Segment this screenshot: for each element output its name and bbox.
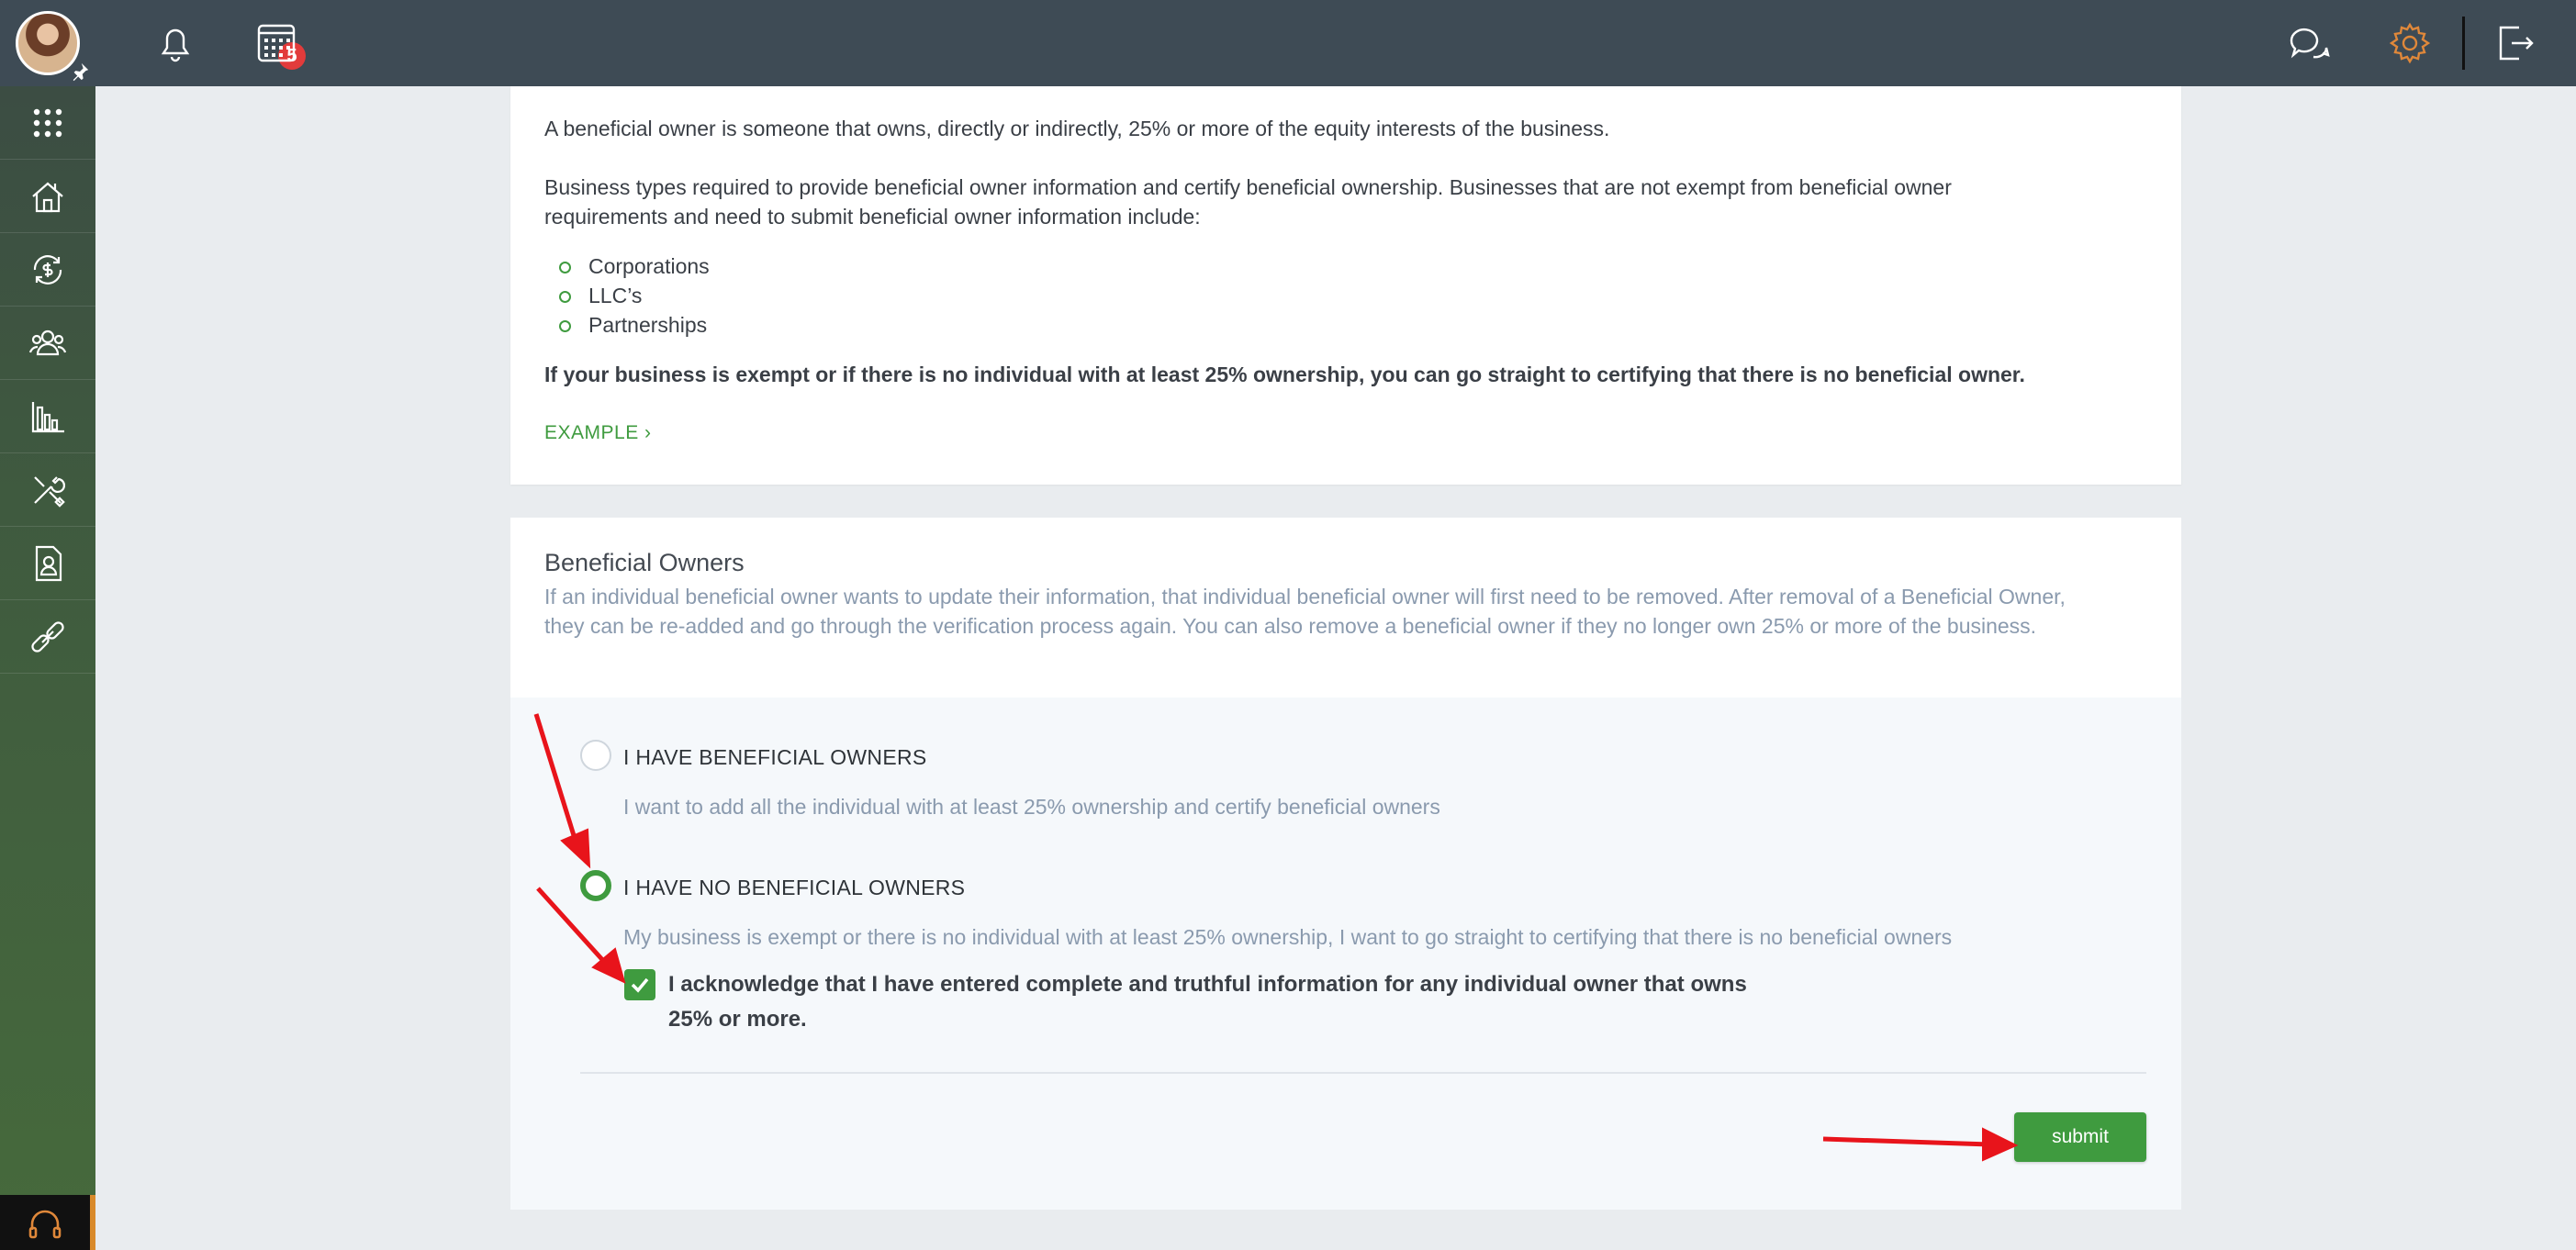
list-item: Partnerships [544, 310, 710, 340]
gear-icon[interactable] [2387, 20, 2433, 66]
bar-chart-icon [31, 401, 64, 432]
contact-document-icon [35, 545, 62, 581]
sidebar-item-payments[interactable] [0, 233, 95, 307]
form-divider [580, 1072, 2146, 1074]
list-item: LLC’s [544, 281, 710, 310]
headset-icon [28, 1210, 62, 1239]
profile-area [0, 0, 95, 86]
sidebar-item-tools[interactable] [0, 453, 95, 527]
bell-icon[interactable] [152, 20, 198, 66]
radio-no-owners[interactable] [580, 870, 611, 901]
beneficial-owner-info-card: A beneficial owner is someone that owns,… [510, 86, 2181, 485]
beneficial-owners-form: I HAVE BENEFICIAL OWNERS I want to add a… [510, 698, 2181, 1210]
calendar-icon[interactable] [253, 20, 299, 66]
acknowledge-checkbox[interactable] [624, 969, 655, 1000]
top-bar: 5 [95, 0, 2576, 86]
sidebar [0, 0, 95, 1250]
tools-icon [34, 475, 65, 508]
acknowledge-text-line1: I acknowledge that I have entered comple… [668, 972, 1747, 997]
money-cycle-icon [33, 254, 62, 285]
sidebar-item-reports[interactable] [0, 380, 95, 453]
sidebar-support[interactable] [0, 1195, 95, 1250]
section-title: Beneficial Owners [544, 549, 745, 576]
submit-button[interactable]: submit [2014, 1112, 2146, 1162]
section-description: If an individual beneficial owner wants … [544, 585, 2066, 638]
example-link[interactable]: EXAMPLE › [544, 422, 652, 444]
sidebar-item-links[interactable] [0, 600, 95, 674]
link-icon [31, 620, 64, 653]
topbar-divider [2462, 17, 2465, 70]
house-icon [32, 182, 63, 212]
intro-paragraph: A beneficial owner is someone that owns,… [544, 117, 1610, 140]
business-types-line2: requirements and need to submit benefici… [544, 205, 1201, 229]
option-label-have-owners[interactable]: I HAVE BENEFICIAL OWNERS [623, 745, 927, 770]
sidebar-item-people[interactable] [0, 307, 95, 380]
option-label-no-owners[interactable]: I HAVE NO BENEFICIAL OWNERS [623, 876, 965, 900]
option-desc-have-owners: I want to add all the individual with at… [623, 795, 1440, 819]
users-icon [28, 329, 67, 355]
business-types-list: Corporations LLC’s Partnerships [544, 251, 710, 340]
apps-grid-icon [33, 108, 62, 137]
business-types-line1: Business types required to provide benef… [544, 175, 1952, 199]
radio-have-owners[interactable] [580, 740, 611, 771]
logout-icon[interactable] [2492, 20, 2537, 66]
checkmark-icon [631, 977, 649, 993]
sidebar-item-documents[interactable] [0, 527, 95, 600]
exemption-note: If your business is exempt or if there i… [544, 363, 2025, 386]
sidebar-item-apps[interactable] [0, 86, 95, 160]
beneficial-owners-card: Beneficial Owners If an individual benef… [510, 518, 2181, 1210]
beneficial-owners-header: Beneficial Owners If an individual benef… [510, 518, 2181, 698]
pin-icon[interactable] [70, 61, 90, 82]
avatar[interactable] [16, 11, 89, 82]
sidebar-item-home[interactable] [0, 160, 95, 233]
chat-icon[interactable] [2286, 20, 2332, 66]
acknowledge-text-line2: 25% or more. [668, 1007, 807, 1032]
list-item: Corporations [544, 251, 710, 281]
option-desc-no-owners: My business is exempt or there is no ind… [623, 925, 1953, 949]
